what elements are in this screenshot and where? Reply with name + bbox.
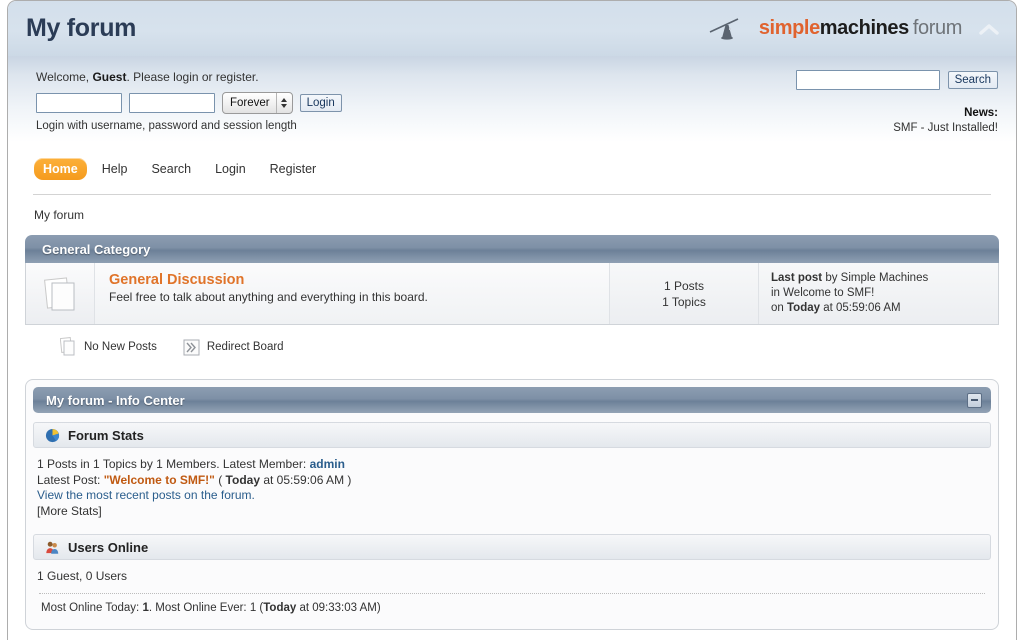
stepper-arrows-icon (276, 93, 292, 113)
users-online-title: Users Online (68, 540, 148, 555)
most-online-today-label: Most Online Today: (41, 602, 142, 614)
forum-stats-title: Forum Stats (68, 428, 144, 443)
board-info: General Discussion Feel free to talk abo… (95, 263, 609, 324)
no-new-posts-icon (40, 274, 80, 314)
brand-forum: forum (913, 17, 962, 39)
redirect-board-icon (183, 339, 200, 356)
legend-label: Redirect Board (207, 341, 284, 353)
breadcrumb[interactable]: My forum (8, 195, 1016, 235)
news-label: News: (796, 106, 998, 121)
page-title: My forum (26, 14, 708, 43)
user-login-area: Welcome, Guest. Please login or register… (8, 56, 1016, 142)
username-input[interactable] (36, 93, 122, 113)
welcome-prefix: Welcome, (36, 70, 92, 84)
session-length-select[interactable]: Forever (222, 92, 293, 114)
board-icon-cell (26, 263, 95, 324)
forum-stats-body: 1 Posts in 1 Topics by 1 Members. Latest… (33, 448, 991, 525)
most-online-ever-day: Today (263, 602, 296, 614)
board-stats: 1 Posts 1 Topics (609, 263, 758, 324)
last-post-label: Last post (771, 272, 822, 284)
legend-redirect-board: Redirect Board (183, 339, 284, 356)
nav-item-login[interactable]: Login (206, 158, 255, 180)
search-button[interactable]: Search (948, 71, 998, 89)
last-post-topic[interactable]: in Welcome to SMF! (771, 286, 988, 301)
info-center: My forum - Info Center Forum Stats 1 Pos… (25, 379, 999, 630)
welcome-suffix: . Please login or register. (126, 70, 258, 84)
stats-counts: 1 Posts in 1 Topics by 1 Members. Latest… (37, 457, 310, 471)
users-online-count: 1 Guest, 0 Users (37, 569, 987, 585)
brand-text: simplemachinesforum (759, 17, 962, 40)
welcome-username: Guest (92, 70, 126, 84)
site-header: My forum simplemachinesforum (8, 1, 1016, 56)
board-list: General Category General Discussion Feel… (8, 235, 1016, 357)
legend-label: No New Posts (84, 341, 157, 353)
smf-logo: simplemachinesforum (708, 16, 962, 42)
category-title: General Category (42, 242, 150, 257)
brand-machines: machines (820, 17, 909, 39)
collapse-box-icon[interactable] (967, 393, 982, 408)
most-online-ever-label: . Most Online Ever: 1 ( (149, 602, 263, 614)
dotted-separator (39, 593, 985, 594)
nav-item-help[interactable]: Help (93, 158, 137, 180)
smf-hammer-icon (708, 16, 752, 42)
last-post-time: at 05:59:06 AM (820, 302, 901, 314)
category-header: General Category (25, 235, 999, 263)
search-area: Search News: SMF - Just Installed! (796, 70, 998, 136)
no-new-posts-icon (60, 337, 77, 357)
forum-stats-line-2: Latest Post: "Welcome to SMF!" ( Today a… (37, 473, 987, 489)
users-online-body: 1 Guest, 0 Users Most Online Today: 1. M… (33, 560, 991, 622)
last-post-on-prefix: on (771, 302, 787, 314)
latest-post-time: at 05:59:06 AM ) (260, 473, 351, 487)
board-legend: No New Posts Redirect Board (25, 325, 999, 357)
last-post-author: by Simple Machines (822, 272, 928, 284)
board-description: Feel free to talk about anything and eve… (109, 290, 597, 304)
pie-chart-icon (45, 428, 60, 443)
latest-post-label: Latest Post: (37, 473, 104, 487)
latest-post-day: Today (226, 473, 260, 487)
info-center-header: My forum - Info Center (33, 387, 991, 413)
nav-item-home[interactable]: Home (34, 158, 87, 180)
board-last-post: Last post by Simple Machines in Welcome … (758, 263, 998, 324)
more-stats-link[interactable]: [More Stats] (37, 504, 987, 520)
chevron-up-icon[interactable] (976, 18, 1002, 40)
board-row: General Discussion Feel free to talk abo… (25, 263, 999, 325)
most-online-ever-time: at 09:33:03 AM) (296, 602, 380, 614)
news-block: News: SMF - Just Installed! (796, 106, 998, 136)
latest-post-paren-open: ( (215, 473, 226, 487)
users-online-footer: Most Online Today: 1. Most Online Ever: … (37, 601, 987, 617)
users-icon (45, 540, 60, 555)
session-length-value: Forever (230, 97, 276, 109)
password-input[interactable] (129, 93, 215, 113)
main-navigation: Home Help Search Login Register (8, 142, 1016, 194)
nav-item-register[interactable]: Register (261, 158, 326, 180)
brand-simple: simple (759, 17, 820, 39)
forum-page: My forum simplemachinesforum Welcome, Gu… (7, 0, 1017, 640)
recent-posts-link[interactable]: View the most recent posts on the forum. (37, 488, 987, 504)
last-post-day: Today (787, 302, 820, 314)
board-name-link[interactable]: General Discussion (109, 272, 597, 288)
latest-member-link[interactable]: admin (310, 457, 345, 471)
board-posts-count: 1 Posts (664, 278, 704, 294)
legend-no-new-posts: No New Posts (60, 337, 157, 357)
search-input[interactable] (796, 70, 940, 90)
forum-stats-line-1: 1 Posts in 1 Topics by 1 Members. Latest… (37, 457, 987, 473)
latest-post-link[interactable]: "Welcome to SMF!" (104, 473, 215, 487)
nav-item-search[interactable]: Search (142, 158, 200, 180)
forum-stats-header: Forum Stats (33, 422, 991, 448)
login-button[interactable]: Login (300, 94, 342, 112)
users-online-header: Users Online (33, 534, 991, 560)
info-center-title: My forum - Info Center (46, 393, 185, 408)
board-topics-count: 1 Topics (662, 294, 706, 310)
news-text: SMF - Just Installed! (796, 121, 998, 136)
